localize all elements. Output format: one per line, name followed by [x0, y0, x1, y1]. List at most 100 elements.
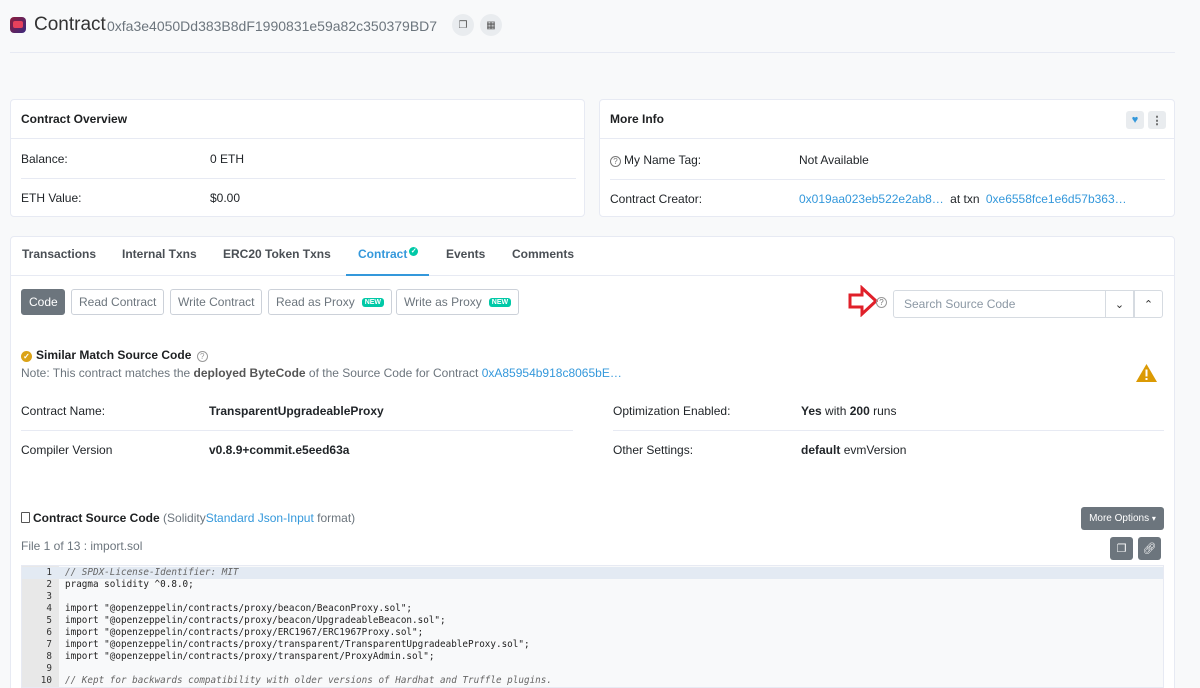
- line-number: 6: [46, 627, 52, 638]
- chevron-up-icon[interactable]: ⌃: [1134, 290, 1163, 318]
- header-divider: [10, 52, 1175, 53]
- line-number: 7: [46, 639, 52, 650]
- format-prefix: (Solidity: [163, 511, 206, 525]
- contract-address: 0xfa3e4050Dd383B8dF1990831e59a82c350379B…: [107, 18, 438, 34]
- code-line: 5 import "@openzeppelin/contracts/proxy/b…: [22, 615, 1163, 627]
- page-header: Contract 0xfa3e4050Dd383B8dF1990831e59a8…: [0, 0, 1200, 52]
- compiler-version-label: Compiler Version: [21, 443, 113, 457]
- more-info-title: More Info: [600, 100, 1174, 139]
- verified-check-icon: ✓: [409, 247, 419, 256]
- write-contract-button[interactable]: Write Contract: [170, 289, 263, 315]
- standard-json-input-link[interactable]: Standard Json-Input: [206, 511, 314, 525]
- divider: [613, 430, 1164, 431]
- copy-icon[interactable]: ❐: [452, 14, 474, 36]
- line-number: 4: [46, 603, 52, 614]
- read-as-proxy-button[interactable]: Read as Proxy NEW: [268, 289, 393, 315]
- code-line: 3: [22, 591, 1163, 603]
- at-txn-label: at txn: [950, 192, 980, 206]
- divider: [21, 430, 573, 431]
- optimization-yes: Yes: [801, 404, 822, 418]
- line-number: 10: [40, 675, 52, 686]
- read-contract-button[interactable]: Read Contract: [71, 289, 165, 315]
- write-contract-label: Write Contract: [178, 295, 255, 309]
- write-as-proxy-button[interactable]: Write as Proxy NEW: [396, 289, 520, 315]
- optimization-runs-suffix: runs: [873, 404, 897, 418]
- compiler-version-value: v0.8.9+commit.e5eed63a: [209, 443, 350, 457]
- link-icon[interactable]: 🔗︎: [1138, 537, 1161, 560]
- tab-comments[interactable]: Comments: [512, 247, 574, 261]
- check-circle-icon: ✓: [21, 351, 32, 362]
- red-arrow-annotation-icon: [848, 285, 878, 317]
- source-code-title: Contract Source Code: [33, 511, 160, 525]
- heart-icon[interactable]: ♥: [1126, 111, 1144, 129]
- similar-match-note: Note: This contract matches the deployed…: [21, 366, 622, 380]
- code-button[interactable]: Code: [21, 289, 65, 315]
- tab-events[interactable]: Events: [446, 247, 485, 261]
- caret-down-icon: ▾: [1151, 514, 1156, 523]
- code-line: 10 // Kept for backwards compatibility wi…: [22, 675, 1163, 687]
- tab-transactions[interactable]: Transactions: [22, 247, 96, 261]
- more-options-label: More Options: [1089, 513, 1150, 524]
- line-number: 1: [46, 567, 52, 578]
- new-badge: NEW: [488, 297, 512, 307]
- code-line: 2 pragma solidity ^0.8.0;: [22, 579, 1163, 591]
- name-tag-label: My Name Tag:: [624, 153, 702, 167]
- note-bold: deployed ByteCode: [193, 366, 306, 380]
- note-prefix: Note: This contract matches the: [21, 366, 191, 380]
- tab-erc20-token-txns[interactable]: ERC20 Token Txns: [223, 247, 331, 261]
- code-text: import "@openzeppelin/contracts/proxy/ER…: [65, 627, 424, 638]
- creator-txn-link[interactable]: 0xe6558fce1e6d57b363…: [986, 192, 1127, 206]
- code-text: import "@openzeppelin/contracts/proxy/be…: [65, 603, 413, 614]
- new-badge: NEW: [361, 297, 385, 307]
- contract-name-value: TransparentUpgradeableProxy: [209, 404, 384, 418]
- qr-code-icon[interactable]: ▦: [480, 14, 502, 36]
- help-circle-icon[interactable]: ?: [196, 351, 208, 362]
- code-text: // SPDX-License-Identifier: MIT: [65, 567, 239, 578]
- code-line: 1 // SPDX-License-Identifier: MIT: [22, 567, 1163, 579]
- line-number: 8: [46, 651, 52, 662]
- contract-overview-title: Contract Overview: [11, 100, 584, 139]
- contract-creator-row: 0x019aa023eb522e2ab8… at txn 0xe6558fce1…: [799, 192, 1127, 206]
- other-settings-value: default evmVersion: [801, 443, 906, 457]
- eth-value-label: ETH Value:: [21, 191, 82, 205]
- search-source-code-input[interactable]: [893, 290, 1106, 318]
- more-options-button[interactable]: More Options ▾: [1081, 507, 1164, 530]
- contract-name-label: Contract Name:: [21, 404, 106, 418]
- optimization-runs: 200: [849, 404, 870, 418]
- kebab-menu-icon[interactable]: ⋮: [1148, 111, 1166, 129]
- tab-contract[interactable]: Contract ✓: [358, 247, 419, 261]
- other-settings-rest: evmVersion: [843, 443, 907, 457]
- contract-logo-icon: [10, 17, 26, 33]
- help-circle-icon: ?: [610, 156, 621, 167]
- code-line: 9: [22, 663, 1163, 675]
- code-text: // Kept for backwards compatibility with…: [65, 675, 552, 686]
- tab-internal-txns[interactable]: Internal Txns: [122, 247, 197, 261]
- line-number: 3: [46, 591, 52, 602]
- read-as-proxy-label: Read as Proxy: [276, 295, 355, 309]
- code-line: 8 import "@openzeppelin/contracts/proxy/t…: [22, 651, 1163, 663]
- read-contract-label: Read Contract: [79, 295, 157, 309]
- other-settings-bold: default: [801, 443, 841, 457]
- code-text: pragma solidity ^0.8.0;: [65, 579, 194, 590]
- similar-contract-link[interactable]: 0xA85954b918c8065bE…: [482, 366, 622, 380]
- optimization-value: Yes with 200 runs: [801, 404, 896, 418]
- file-icon: [21, 512, 30, 523]
- similar-match-title-row: ✓ Similar Match Source Code ?: [21, 348, 208, 362]
- optimization-label: Optimization Enabled:: [613, 404, 731, 418]
- line-number: 2: [46, 579, 52, 590]
- eth-value: $0.00: [210, 191, 241, 205]
- source-code-title-row: Contract Source Code (SolidityStandard J…: [21, 511, 355, 525]
- chevron-down-icon[interactable]: ⌄: [1105, 290, 1134, 318]
- code-text: import "@openzeppelin/contracts/proxy/be…: [65, 615, 446, 626]
- format-suffix: format): [317, 511, 356, 525]
- search-help-icon[interactable]: ?: [876, 297, 887, 308]
- source-code-editor[interactable]: 1 // SPDX-License-Identifier: MIT 2 pragma …: [21, 565, 1164, 688]
- name-tag-row: ? My Name Tag:: [610, 153, 701, 167]
- contract-creator-label: Contract Creator:: [610, 192, 703, 206]
- code-line: 7 import "@openzeppelin/contracts/proxy/t…: [22, 639, 1163, 651]
- note-middle: of the Source Code for Contract: [308, 366, 479, 380]
- creator-address-link[interactable]: 0x019aa023eb522e2ab8…: [799, 192, 944, 206]
- code-text: import "@openzeppelin/contracts/proxy/tr…: [65, 651, 435, 662]
- code-text: import "@openzeppelin/contracts/proxy/tr…: [65, 639, 530, 650]
- copy-icon[interactable]: ❐: [1110, 537, 1133, 560]
